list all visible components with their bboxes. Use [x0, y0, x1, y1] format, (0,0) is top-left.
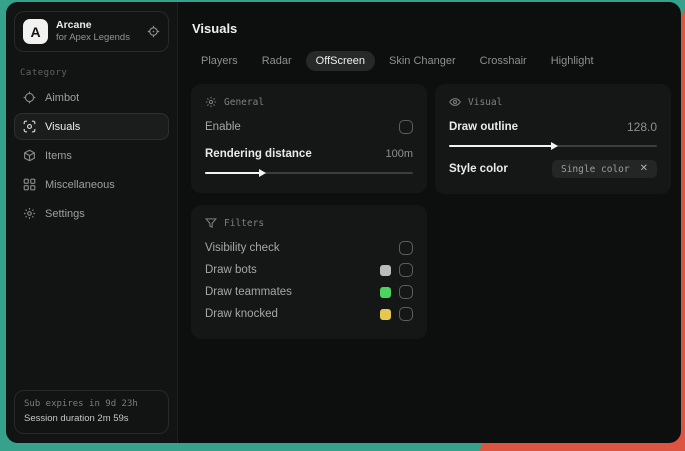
draw-teammates-checkbox[interactable] — [399, 285, 413, 299]
visibility-check-checkbox[interactable] — [399, 241, 413, 255]
filters-panel-title: Filters — [224, 217, 265, 229]
filter-funnel-icon — [205, 217, 217, 229]
sidebar-item-label: Items — [45, 149, 72, 162]
visibility-check-label: Visibility check — [205, 242, 280, 254]
box-icon — [23, 149, 36, 162]
sidebar-item-visuals[interactable]: Visuals — [14, 113, 169, 140]
enable-label: Enable — [205, 121, 241, 133]
draw-teammates-color-swatch[interactable] — [380, 286, 391, 298]
draw-bots-color-swatch[interactable] — [380, 264, 391, 276]
close-icon[interactable]: ✕ — [640, 164, 648, 174]
tab-skin-changer[interactable]: Skin Changer — [379, 51, 466, 71]
draw-knocked-color-swatch[interactable] — [380, 308, 391, 320]
subscription-card: Sub expires in 9d 23h Session duration 2… — [14, 390, 169, 434]
tab-bar: Players Radar OffScreen Skin Changer Cro… — [191, 51, 671, 71]
sidebar: A Arcane for Apex Legends Category Aimbo… — [6, 2, 178, 443]
style-color-select[interactable]: Single color ✕ — [551, 160, 657, 178]
eye-scan-icon — [23, 120, 36, 133]
sidebar-item-miscellaneous[interactable]: Miscellaneous — [14, 171, 169, 198]
draw-teammates-label: Draw teammates — [205, 286, 292, 298]
tab-players[interactable]: Players — [191, 51, 248, 71]
tab-offscreen[interactable]: OffScreen — [305, 51, 375, 71]
target-icon[interactable] — [147, 25, 160, 38]
draw-outline-slider[interactable] — [449, 142, 657, 150]
draw-knocked-label: Draw knocked — [205, 308, 278, 320]
style-color-row: Style color Single color ✕ — [449, 158, 657, 180]
sidebar-item-items[interactable]: Items — [14, 142, 169, 169]
general-panel-title: General — [224, 96, 265, 108]
gear-icon — [23, 207, 36, 220]
category-label: Category — [20, 68, 68, 78]
visual-panel: Visual Draw outline 128.0 Style color Si… — [435, 84, 671, 194]
eye-icon — [449, 96, 461, 108]
sub-expires-text: Sub expires in 9d 23h — [24, 399, 138, 410]
draw-outline-label: Draw outline — [449, 121, 519, 133]
draw-bots-row: Draw bots — [205, 259, 413, 281]
app-header-card: A Arcane for Apex Legends — [14, 11, 169, 52]
tab-highlight[interactable]: Highlight — [541, 51, 604, 71]
sidebar-item-aimbot[interactable]: Aimbot — [14, 84, 169, 111]
rendering-distance-value: 100m — [385, 148, 413, 160]
app-window: A Arcane for Apex Legends Category Aimbo… — [6, 2, 681, 443]
app-name: Arcane — [56, 19, 92, 31]
sidebar-item-settings[interactable]: Settings — [14, 200, 169, 227]
draw-knocked-row: Draw knocked — [205, 303, 413, 325]
rendering-distance-slider[interactable] — [205, 169, 413, 177]
draw-outline-row: Draw outline 128.0 — [449, 116, 657, 138]
session-duration-text: Session duration 2m 59s — [24, 412, 129, 424]
draw-knocked-checkbox[interactable] — [399, 307, 413, 321]
rendering-distance-row: Rendering distance 100m — [205, 143, 413, 165]
slider-thumb[interactable] — [259, 169, 267, 177]
general-gear-icon — [205, 96, 217, 108]
draw-teammates-row: Draw teammates — [205, 281, 413, 303]
visual-panel-title: Visual — [468, 96, 503, 108]
enable-row: Enable — [205, 116, 413, 138]
sidebar-item-label: Visuals — [45, 120, 81, 133]
grid-icon — [23, 178, 36, 191]
visibility-check-row: Visibility check — [205, 237, 413, 259]
draw-outline-value: 128.0 — [626, 120, 657, 134]
page-title: Visuals — [192, 21, 238, 36]
sidebar-nav: Aimbot Visuals Items Miscellaneous Setti… — [14, 84, 169, 227]
crosshair-icon — [23, 91, 36, 104]
slider-thumb[interactable] — [551, 142, 558, 150]
enable-checkbox[interactable] — [399, 120, 413, 134]
draw-bots-label: Draw bots — [205, 264, 257, 276]
tab-crosshair[interactable]: Crosshair — [470, 51, 537, 71]
style-color-label: Style color — [449, 163, 508, 175]
rendering-distance-label: Rendering distance — [205, 148, 312, 160]
general-panel: General Enable Rendering distance 100m — [191, 84, 427, 193]
filters-panel: Filters Visibility check Draw bots Draw … — [191, 205, 427, 339]
app-logo: A — [23, 19, 48, 44]
main-content: Visuals Players Radar OffScreen Skin Cha… — [178, 2, 681, 443]
draw-bots-checkbox[interactable] — [399, 263, 413, 277]
style-color-value: Single color — [560, 163, 630, 175]
app-subtitle: for Apex Legends — [56, 32, 130, 44]
sidebar-item-label: Miscellaneous — [45, 178, 115, 191]
tab-radar[interactable]: Radar — [252, 51, 302, 71]
sidebar-item-label: Settings — [45, 207, 85, 220]
sidebar-item-label: Aimbot — [45, 91, 80, 104]
